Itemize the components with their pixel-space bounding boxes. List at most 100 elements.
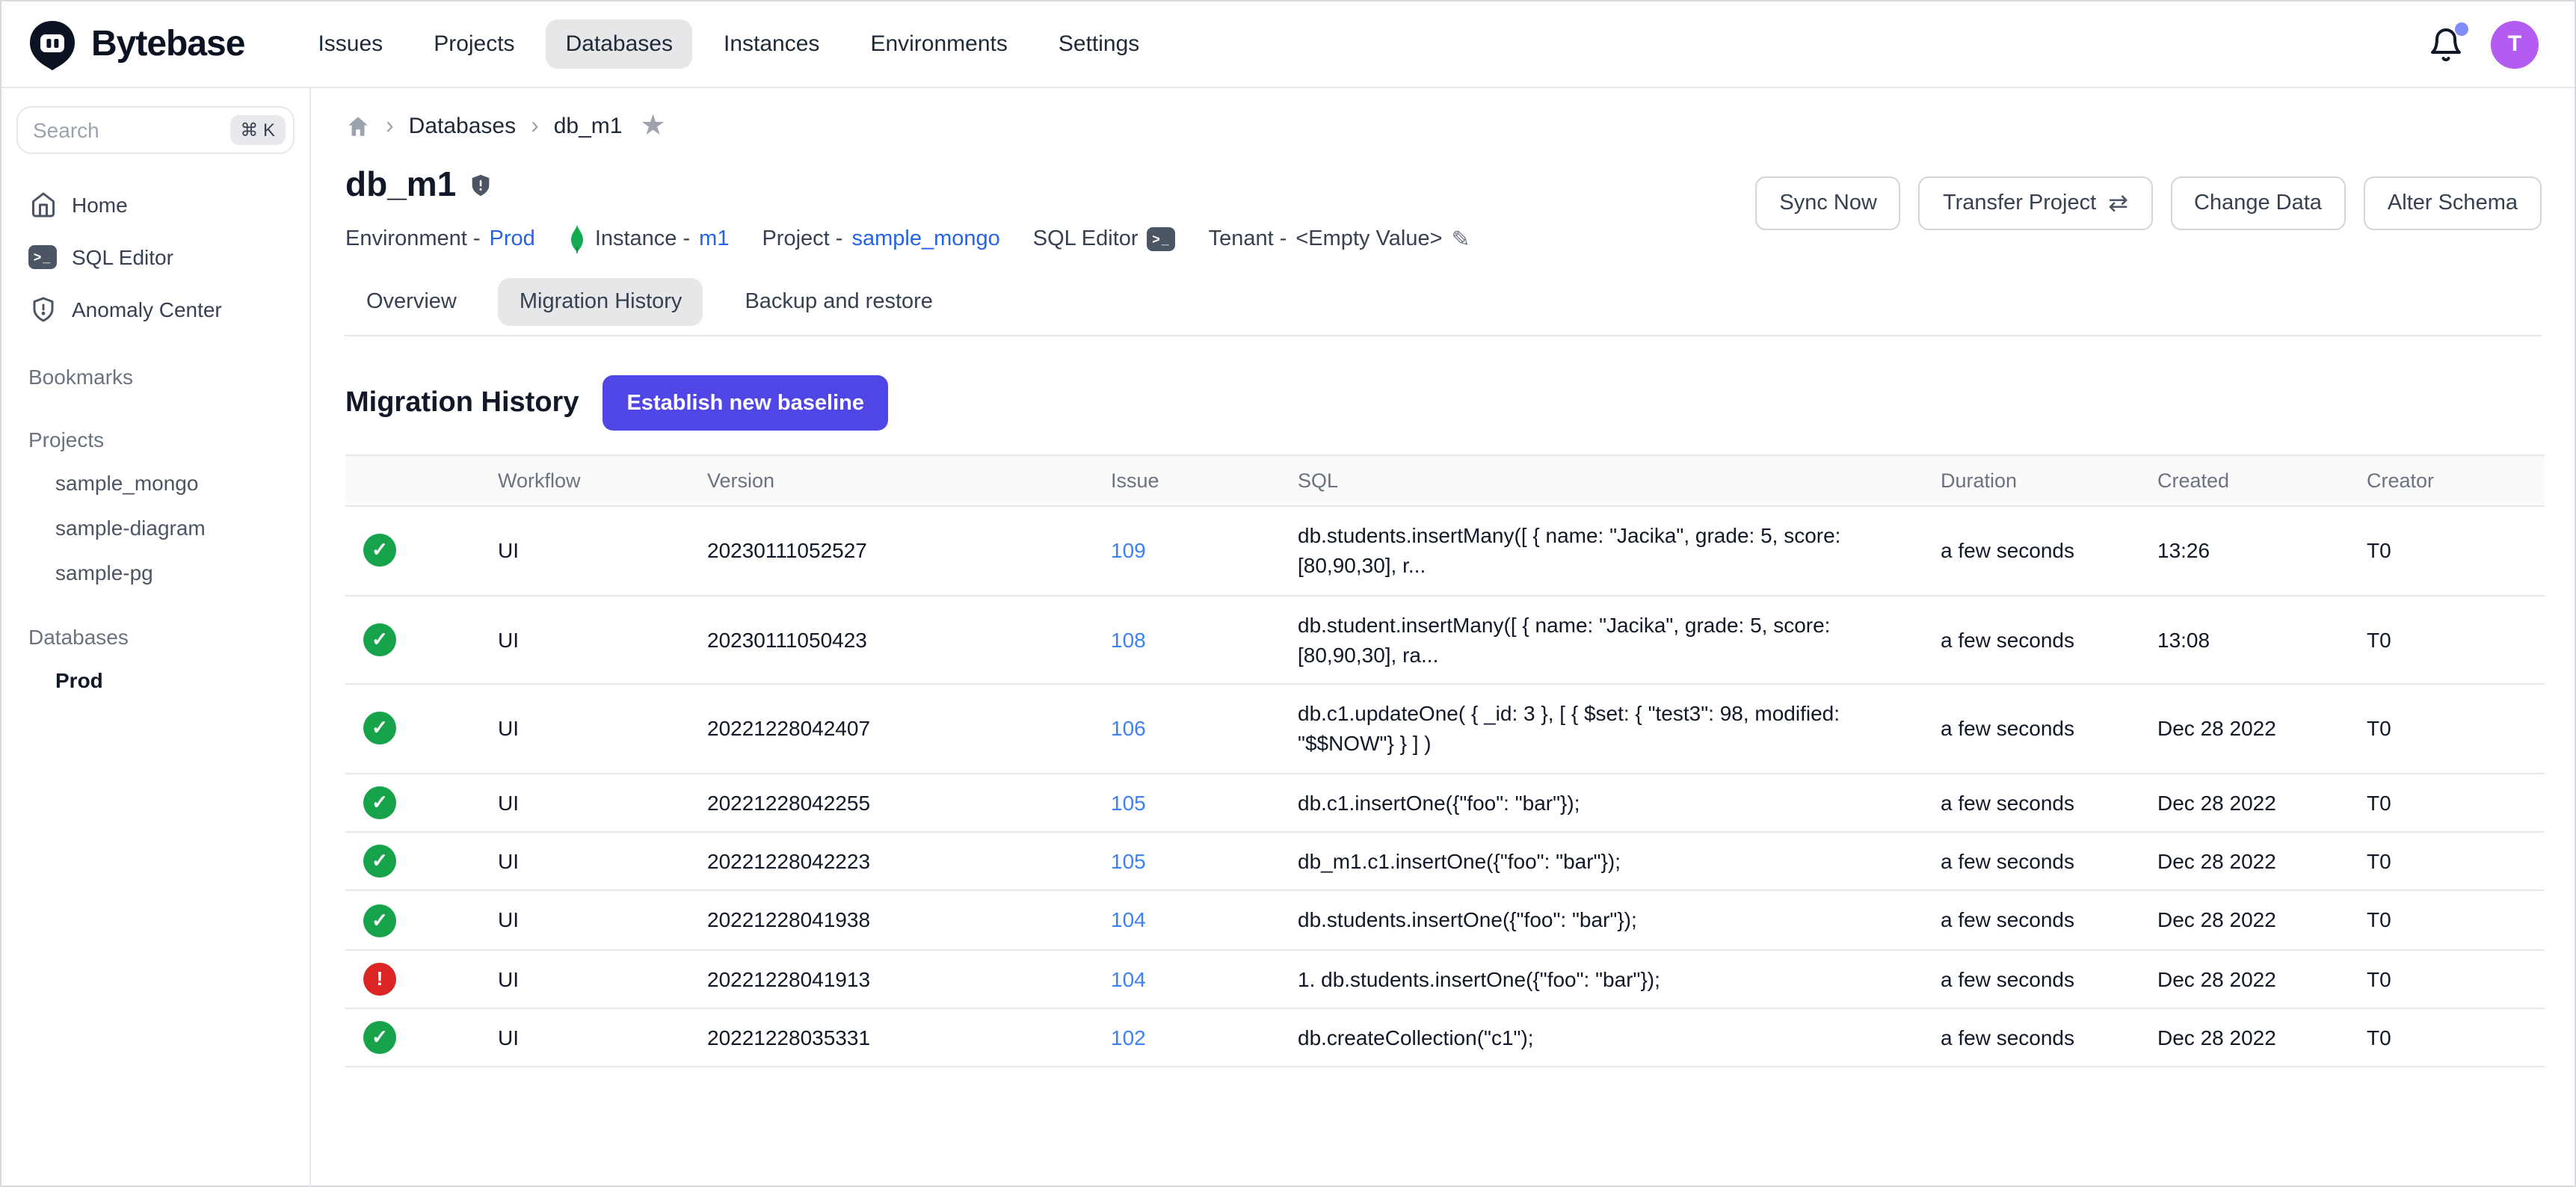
cell-creator: T0 (2349, 833, 2545, 890)
transfer-project-button[interactable]: Transfer Project ⇄ (1919, 176, 2152, 230)
database-tabs: Overview Migration History Backup and re… (345, 278, 2542, 326)
cell-creator: T0 (2349, 611, 2545, 668)
sidebar: Search ⌘ K Home >_ SQL Editor (1, 88, 311, 1187)
table-row[interactable]: ✓ UI 20221228042407 106 db.c1.updateOne(… (345, 685, 2545, 774)
status-success-icon: ✓ (363, 534, 396, 567)
sql-editor-label: SQL Editor (1033, 227, 1138, 251)
table-row[interactable]: ✓ UI 20221228041938 104 db.students.inse… (345, 892, 2545, 951)
project-label: Project - (762, 227, 842, 251)
status-success-icon: ✓ (363, 904, 396, 937)
breadcrumb-databases[interactable]: Databases (409, 114, 516, 139)
col-creator: Creator (2349, 456, 2545, 505)
header-actions: Sync Now Transfer Project ⇄ Change Data … (1755, 176, 2542, 230)
sidebar-project-sample-mongo[interactable]: sample_mongo (16, 460, 295, 505)
cell-workflow: UI (480, 950, 689, 1008)
col-version: Version (689, 456, 1093, 505)
cell-sql: db.createCollection("c1"); (1280, 1009, 1923, 1067)
table-row[interactable]: ✓ UI 20230111052527 109 db.students.inse… (345, 507, 2545, 596)
alter-schema-label: Alter Schema (2388, 191, 2518, 215)
instance-link[interactable]: m1 (699, 227, 729, 251)
sidebar-section-databases: Databases (16, 616, 295, 658)
sidebar-item-label: Home (72, 192, 128, 216)
cell-sql: db.students.insertOne({"foo": "bar"}); (1280, 892, 1923, 949)
breadcrumb-home-icon[interactable] (345, 114, 371, 139)
alter-schema-button[interactable]: Alter Schema (2364, 176, 2542, 230)
search-input[interactable]: Search ⌘ K (16, 106, 295, 154)
nav-item-environments[interactable]: Environments (851, 19, 1026, 69)
table-row[interactable]: ✓ UI 20230111050423 108 db.student.inser… (345, 596, 2545, 685)
issue-link[interactable]: 102 (1111, 1026, 1146, 1049)
cell-creator: T0 (2349, 1009, 2545, 1067)
tab-overview[interactable]: Overview (345, 278, 478, 326)
page-title: db_m1 (345, 164, 456, 205)
chevron-right-icon: › (386, 113, 394, 140)
tab-migration-history[interactable]: Migration History (499, 278, 703, 326)
cell-sql: db.c1.insertOne({"foo": "bar"}); (1280, 774, 1923, 832)
change-data-button[interactable]: Change Data (2170, 176, 2346, 230)
nav-item-projects[interactable]: Projects (414, 19, 534, 69)
environment-label: Environment - (345, 227, 481, 251)
sidebar-database-prod[interactable]: Prod (16, 658, 295, 703)
nav-item-instances[interactable]: Instances (704, 19, 839, 69)
sidebar-item-anomaly-center[interactable]: Anomaly Center (16, 283, 295, 335)
bookmark-star-icon[interactable]: ★ (641, 109, 666, 144)
terminal-icon: >_ (1147, 227, 1176, 251)
meta-sql-editor[interactable]: SQL Editor >_ (1033, 227, 1176, 251)
cell-version: 20221228041913 (689, 950, 1093, 1008)
sync-now-button[interactable]: Sync Now (1755, 176, 1901, 230)
home-icon (28, 190, 57, 218)
environment-link[interactable]: Prod (490, 227, 535, 251)
cell-workflow: UI (480, 700, 689, 758)
issue-link[interactable]: 105 (1111, 791, 1146, 815)
sidebar-item-label: Anomaly Center (72, 297, 222, 321)
issue-link[interactable]: 105 (1111, 849, 1146, 873)
issue-link[interactable]: 104 (1111, 966, 1146, 990)
cell-sql: db.students.insertMany([ { name: "Jacika… (1280, 507, 1923, 594)
chevron-right-icon: › (531, 113, 539, 140)
issue-link[interactable]: 109 (1111, 538, 1146, 562)
issue-link[interactable]: 104 (1111, 908, 1146, 932)
bytebase-logo[interactable]: Bytebase (25, 17, 244, 71)
cell-created: Dec 28 2022 (2139, 892, 2349, 949)
cell-duration: a few seconds (1923, 522, 2139, 579)
breadcrumb-db-m1[interactable]: db_m1 (554, 114, 623, 139)
main-content: › Databases › db_m1 ★ db_m1 Environment … (311, 88, 2575, 1187)
nav-item-issues[interactable]: Issues (298, 19, 402, 69)
issue-link[interactable]: 108 (1111, 627, 1146, 651)
transfer-project-label: Transfer Project (1943, 191, 2096, 215)
edit-pencil-icon[interactable]: ✎ (1452, 226, 1470, 253)
cell-created: Dec 28 2022 (2139, 833, 2349, 890)
breadcrumb: › Databases › db_m1 ★ (345, 109, 2542, 144)
cell-sql: db.c1.updateOne( { _id: 3 }, [ { $set: {… (1280, 685, 1923, 772)
tab-backup-and-restore[interactable]: Backup and restore (724, 278, 954, 326)
nav-item-databases[interactable]: Databases (546, 19, 692, 69)
shield-alert-filled-icon (468, 171, 493, 198)
cell-workflow: UI (480, 611, 689, 668)
cell-version: 20230111052527 (689, 522, 1093, 579)
mongodb-leaf-icon (568, 224, 586, 254)
sidebar-project-sample-diagram[interactable]: sample-diagram (16, 505, 295, 550)
establish-new-baseline-button[interactable]: Establish new baseline (603, 375, 888, 431)
table-row[interactable]: ! UI 20221228041913 104 1. db.students.i… (345, 950, 2545, 1009)
cell-creator: T0 (2349, 892, 2545, 949)
table-row[interactable]: ✓ UI 20221228042255 105 db.c1.insertOne(… (345, 774, 2545, 833)
nav-item-settings[interactable]: Settings (1039, 19, 1159, 69)
table-row[interactable]: ✓ UI 20221228042223 105 db_m1.c1.insertO… (345, 833, 2545, 892)
cell-duration: a few seconds (1923, 774, 2139, 832)
terminal-icon: >_ (28, 242, 57, 271)
bytebase-logo-icon (25, 17, 79, 71)
migration-history-table: Workflow Version Issue SQL Duration Crea… (345, 454, 2545, 1068)
change-data-label: Change Data (2194, 191, 2322, 215)
project-link[interactable]: sample_mongo (851, 227, 999, 251)
issue-link[interactable]: 106 (1111, 717, 1146, 741)
notifications-button[interactable] (2428, 26, 2464, 62)
tenant-value: <Empty Value> (1295, 227, 1442, 251)
sidebar-project-sample-pg[interactable]: sample-pg (16, 550, 295, 595)
avatar[interactable]: T (2491, 20, 2539, 68)
sidebar-item-sql-editor[interactable]: >_ SQL Editor (16, 230, 295, 283)
sidebar-item-home[interactable]: Home (16, 178, 295, 230)
col-workflow: Workflow (480, 456, 689, 505)
col-duration: Duration (1923, 456, 2139, 505)
col-issue: Issue (1093, 456, 1280, 505)
table-row[interactable]: ✓ UI 20221228035331 102 db.createCollect… (345, 1009, 2545, 1068)
